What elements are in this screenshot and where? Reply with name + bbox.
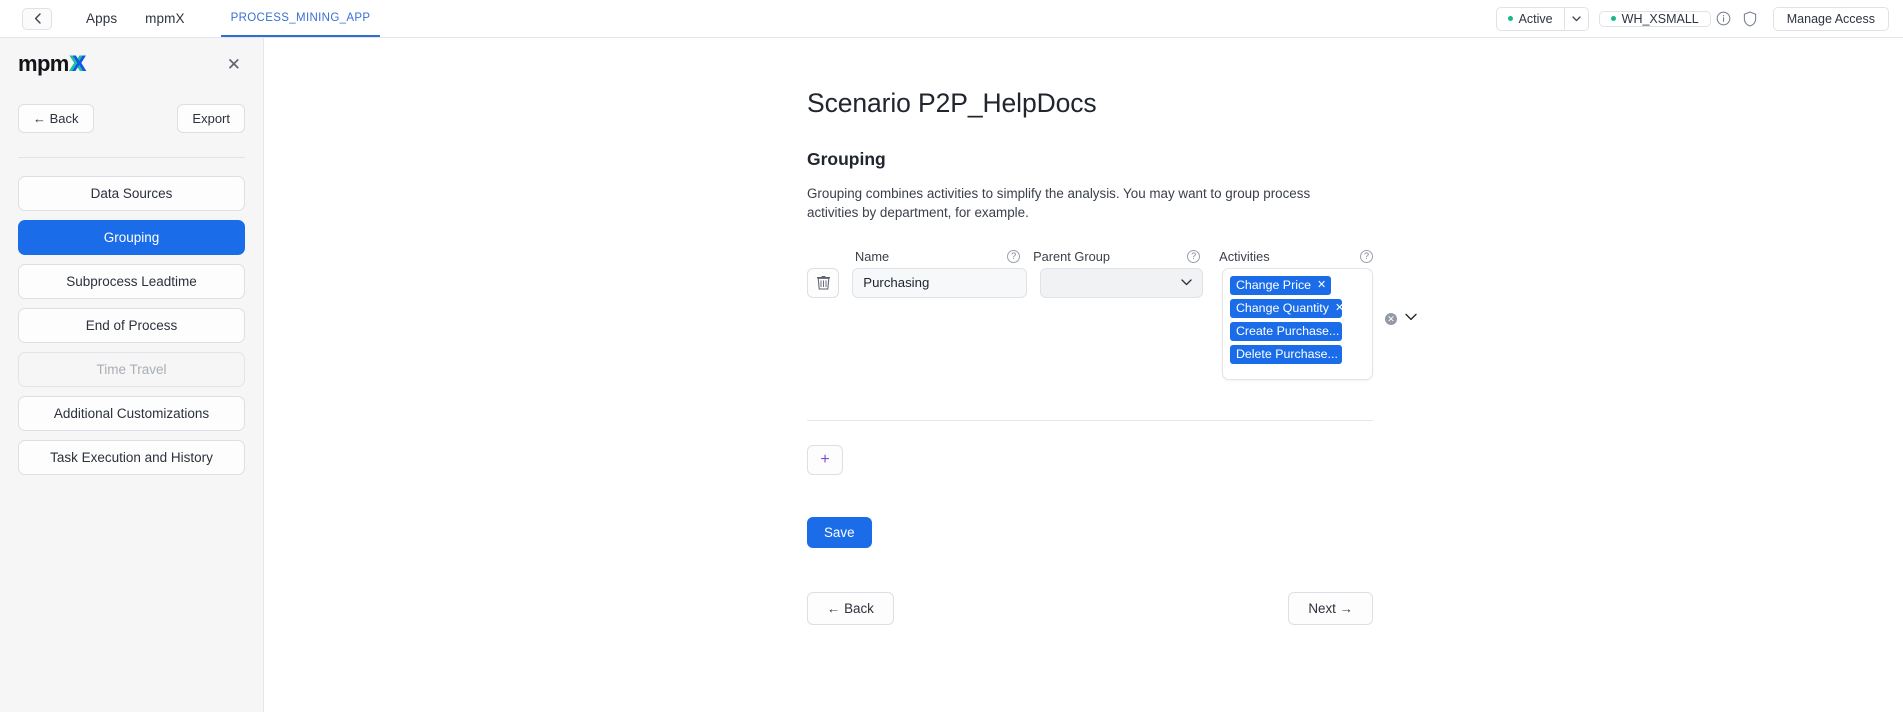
warehouse-label: WH_XSMALL [1621,11,1699,26]
column-label-parent-group: Parent Group [1033,248,1110,264]
sidebar-item-data-sources[interactable]: Data Sources [18,176,245,211]
activity-tag: Change Price ✕ [1229,275,1332,295]
activity-tag: Change Quantity ✕ [1229,298,1344,318]
shield-icon[interactable] [1737,6,1763,32]
grouping-row: Change Price ✕ Change Quantity ✕ Create … [807,267,1417,380]
activity-tag-label: Change Price [1235,277,1312,292]
status-dot-icon [1507,16,1513,21]
activity-tag-label: Delete Purchase... [1235,346,1338,361]
breadcrumb: Apps mpmX PROCESS_MINING_APP [22,0,381,37]
close-icon-activity-2[interactable]: ✕ [1345,324,1354,337]
sidebar-header: mpmXX ✕ [18,38,245,82]
footer-back-button[interactable]: ← Back [807,591,894,625]
save-button[interactable]: Save [807,516,872,548]
status-badge[interactable]: Active [1495,6,1565,31]
help-circle-icon-name[interactable]: ? [1007,249,1021,263]
column-label-name: Name [855,248,890,264]
clear-circle-icon[interactable]: ✕ [1385,312,1397,325]
column-label-activities: Activities [1219,248,1270,264]
section-separator [807,419,1373,421]
logo-x-blue-icon: X [71,51,87,76]
nav-back-icon[interactable] [22,7,52,30]
activity-tag: Create Purchase... ✕ [1229,321,1354,341]
main-content: Scenario P2P_HelpDocs Grouping Grouping … [264,38,1903,712]
section-title: Grouping [807,149,886,169]
sidebar-item-task-execution-and-history[interactable]: Task Execution and History [18,440,245,475]
wizard-footer: ← Back Next → [807,591,1373,625]
chevron-down-icon-activities[interactable] [1405,313,1417,324]
close-icon[interactable]: ✕ [223,54,245,75]
logo-text: mpm [18,51,69,76]
export-button[interactable]: Export [177,104,245,133]
sidebar-item-end-of-process[interactable]: End of Process [18,308,245,343]
app-logo: mpmXX [18,51,87,76]
grouping-table-header: Name ? Parent Group ? Activities ? [855,249,1373,268]
top-bar: Apps mpmX PROCESS_MINING_APP Active WH_X… [0,0,1903,38]
activity-tag: Delete Purchase... ✕ [1229,344,1353,364]
status-label: Active [1518,11,1553,26]
section-description: Grouping combines activities to simplify… [807,186,1311,221]
delete-row-button[interactable] [807,267,840,298]
help-circle-icon-activities[interactable]: ? [1360,249,1373,263]
breadcrumb-item-process-mining-app[interactable]: PROCESS_MINING_APP [220,0,381,37]
close-icon-activity-3[interactable]: ✕ [1344,347,1353,360]
help-circle-icon-parent-group[interactable]: ? [1187,249,1201,263]
activities-controls: ✕ [1385,312,1417,325]
sidebar-nav: Data Sources Grouping Subprocess Leadtim… [18,176,245,475]
column-header-name: Name ? [855,248,1021,268]
page-title: Scenario P2P_HelpDocs [807,88,1097,118]
sidebar-back-button[interactable]: ← Back [18,104,94,133]
app-shell: mpmXX ✕ ← Back Export Data Sources Group… [0,38,1903,712]
close-icon-activity-0[interactable]: ✕ [1317,278,1326,291]
sidebar-item-grouping[interactable]: Grouping [18,220,245,255]
status-dropdown-toggle[interactable] [1564,6,1589,31]
breadcrumb-item-apps[interactable]: Apps [72,0,131,37]
warehouse-dot-icon [1610,16,1616,21]
breadcrumb-item-mpmx[interactable]: mpmX [131,0,198,37]
activity-tag-label: Create Purchase... [1235,323,1340,338]
sidebar: mpmXX ✕ ← Back Export Data Sources Group… [0,38,264,712]
column-header-parent-group: Parent Group ? [1033,248,1201,268]
trash-icon [816,276,830,290]
manage-access-button[interactable]: Manage Access [1772,6,1889,31]
footer-next-button[interactable]: Next → [1288,591,1373,625]
warehouse-badge[interactable]: WH_XSMALL [1598,10,1711,27]
info-circle-icon[interactable] [1711,6,1737,32]
sidebar-item-additional-customizations[interactable]: Additional Customizations [18,396,245,431]
chevron-down-icon [1571,15,1581,21]
activities-multiselect[interactable]: Change Price ✕ Change Quantity ✕ Create … [1221,267,1417,380]
sidebar-item-subprocess-leadtime[interactable]: Subprocess Leadtime [18,264,245,299]
group-name-input[interactable] [852,267,1028,298]
chevron-left-icon [34,13,41,24]
sidebar-divider [18,157,245,158]
top-bar-actions: Active WH_XSMALL Manage Access [1495,0,1889,37]
sidebar-item-time-travel: Time Travel [18,352,245,387]
chevron-down-icon-parent-group [1181,269,1192,297]
close-icon-activity-1[interactable]: ✕ [1335,301,1344,314]
status-selector[interactable]: Active [1495,6,1589,31]
activity-tag-label: Change Quantity [1235,300,1329,315]
sidebar-actions: ← Back Export [18,104,245,133]
content-column: Scenario P2P_HelpDocs Grouping Grouping … [807,38,1417,625]
column-header-activities: Activities ? [1219,249,1373,268]
parent-group-select[interactable] [1040,267,1203,298]
add-group-button[interactable]: + [807,444,843,475]
